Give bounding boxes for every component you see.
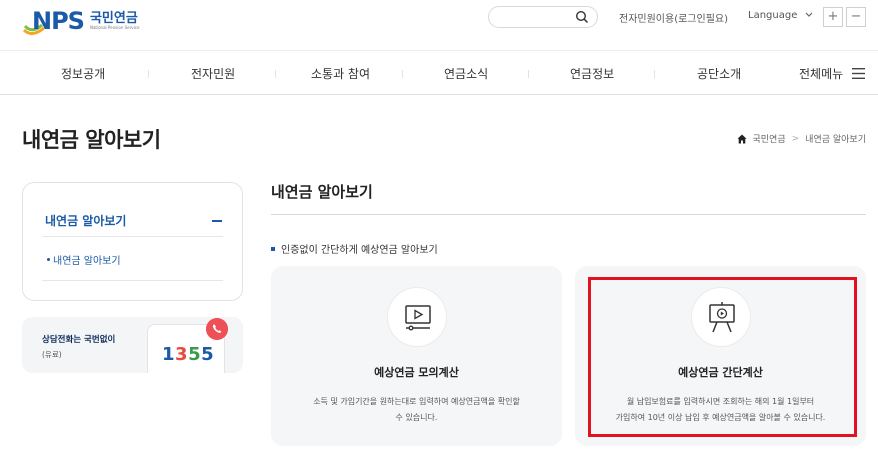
hamburger-menu-icon[interactable] [852, 68, 865, 79]
side-menu-divider [42, 236, 223, 237]
gnb-item-e-civil[interactable]: 전자민원 [191, 65, 235, 82]
gnb-item-communication[interactable]: 소통과 참여 [311, 65, 370, 82]
call-center-title: 상담전화는 국번없이 [42, 335, 116, 345]
section-title: 내연금 알아보기 [271, 183, 373, 201]
eservice-login-link[interactable]: 전자민원이용(로그인필요) [619, 10, 728, 25]
breadcrumb: 국민연금 > 내연금 알아보기 [737, 132, 866, 145]
language-select[interactable]: Language [748, 10, 813, 21]
lead-text: 인증없이 간단하게 예상연금 알아보기 [271, 241, 438, 256]
square-bullet-icon [271, 246, 275, 251]
collapse-minus-icon[interactable] [212, 220, 222, 222]
phone-icon [206, 318, 228, 340]
section-divider [271, 214, 866, 215]
search-box[interactable] [488, 6, 598, 28]
gnb-item-pension-info[interactable]: 연금정보 [570, 65, 614, 82]
side-menu: 내연금 알아보기 내연금 알아보기 [22, 182, 243, 301]
logo-mark: NPS [32, 7, 85, 35]
call-center-number: 1355 [162, 344, 215, 365]
card-simulation-calc[interactable]: 예상연금 모의계산 소득 및 가입기간을 원하는대로 입력하여 예상연금액을 확… [271, 266, 562, 446]
top-header: NPS 국민연금 National Pension Service 전자민원이용… [0, 0, 878, 50]
call-center-fee-note: (유료) [42, 350, 62, 359]
logo-name-en: National Pension Service [89, 24, 140, 30]
side-menu-item-my-pension[interactable]: 내연금 알아보기 [53, 252, 121, 267]
gnb-item-all-menu[interactable]: 전체메뉴 [799, 65, 843, 82]
highlight-box [588, 277, 857, 437]
gnb-separator [275, 70, 276, 78]
main-navigation: 정보공개 전자민원 소통과 참여 연금소식 연금정보 공단소개 전체메뉴 [0, 50, 878, 95]
lead-text-label: 인증없이 간단하게 예상연금 알아보기 [281, 245, 438, 256]
bullet-icon [47, 258, 50, 261]
gnb-separator [528, 70, 529, 78]
card-description-line: 수 있습니다. [395, 413, 438, 422]
zoom-out-button[interactable]: − [846, 7, 866, 27]
side-menu-title[interactable]: 내연금 알아보기 [45, 212, 126, 229]
home-icon[interactable] [737, 134, 747, 144]
chevron-down-icon [805, 12, 812, 17]
breadcrumb-separator: > [791, 133, 800, 144]
page-title: 내연금 알아보기 [22, 128, 161, 152]
side-menu-divider [42, 280, 223, 281]
card-description: 소득 및 가입기간을 원하는대로 입력하여 예상연금액을 확인할 수 있습니다. [293, 394, 540, 426]
language-label: Language [748, 10, 798, 21]
gnb-item-info-disclosure[interactable]: 정보공개 [61, 65, 105, 82]
zoom-in-button[interactable]: + [823, 7, 843, 27]
logo-name-ko: 국민연금 [89, 10, 138, 26]
gnb-separator [148, 70, 149, 78]
nps-logo[interactable]: NPS 국민연금 National Pension Service [22, 4, 139, 38]
search-icon[interactable] [575, 10, 589, 24]
gnb-separator [654, 70, 655, 78]
breadcrumb-item-home[interactable]: 국민연금 [753, 132, 786, 145]
card-description-line: 소득 및 가입기간을 원하는대로 입력하여 예상연금액을 확인할 [313, 397, 520, 406]
gnb-separator [402, 70, 403, 78]
gnb-item-pension-news[interactable]: 연금소식 [444, 65, 488, 82]
card-title: 예상연금 모의계산 [374, 366, 459, 379]
breadcrumb-item-current[interactable]: 내연금 알아보기 [805, 132, 866, 145]
monitor-play-icon [386, 287, 447, 347]
gnb-item-about[interactable]: 공단소개 [697, 65, 741, 82]
